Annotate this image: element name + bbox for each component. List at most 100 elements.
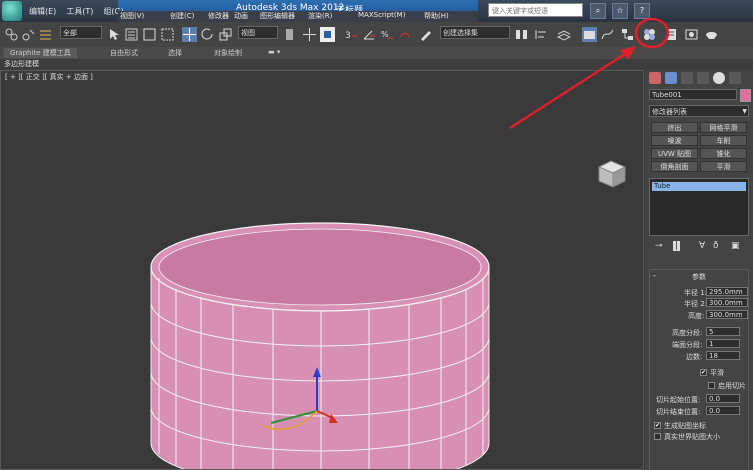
menu-modifiers[interactable]: 修改器 <box>208 11 229 21</box>
menu-edit[interactable]: 编辑(E) <box>24 4 61 19</box>
snap-toggle-icon[interactable]: 3 <box>344 27 359 42</box>
main-toolbar: 全部 视图 3 % 创建选择集 <box>0 22 753 48</box>
edit-named-selection-icon[interactable] <box>418 27 433 42</box>
menu-maxscript[interactable]: MAXScript(M) <box>358 11 405 19</box>
configure-sets-icon[interactable]: ▣ <box>731 241 740 251</box>
object-color-swatch[interactable] <box>740 89 751 102</box>
keyboard-shortcut-icon[interactable] <box>320 27 335 42</box>
reference-coord-select[interactable]: 视图 <box>238 26 278 39</box>
parameters-rollout: - 参数 半径 1: 295.0mm 半径 2: 300.0mm 高度: 300… <box>649 269 749 470</box>
noise-button[interactable]: 噪波 <box>651 135 698 146</box>
percent-snap-icon[interactable]: % <box>380 27 395 42</box>
graphite-toggle-icon[interactable] <box>582 27 597 42</box>
spinner-snap-icon[interactable] <box>398 27 413 42</box>
ribbon-tab-selection[interactable]: 选择 <box>168 48 182 58</box>
hierarchy-tab-icon[interactable] <box>681 72 693 84</box>
slice-on-label: 启用切片 <box>718 382 746 390</box>
angle-snap-icon[interactable] <box>362 27 377 42</box>
star-icon[interactable]: ☆ <box>612 3 628 19</box>
search-input[interactable]: 键入关键字或短语 <box>488 3 583 17</box>
polygon-modeling-label[interactable]: 多边形建模 <box>4 59 39 69</box>
utilities-tab-icon[interactable] <box>729 72 741 84</box>
extrude-button[interactable]: 挤出 <box>651 122 698 133</box>
bevel-profile-button[interactable]: 倒角剖面 <box>651 161 698 172</box>
mirror-icon[interactable] <box>514 27 529 42</box>
pin-stack-icon[interactable]: ⊸ <box>655 241 663 251</box>
rendered-frame-icon[interactable] <box>684 27 699 42</box>
menu-animation[interactable]: 动画 <box>234 11 248 21</box>
ribbon-tab-object-paint[interactable]: 对象绘制 <box>214 48 242 58</box>
svg-text:3: 3 <box>345 31 351 41</box>
select-object-icon[interactable] <box>106 27 121 42</box>
viewport-scene <box>150 160 627 469</box>
smooth-checkbox[interactable]: ✔ <box>700 369 707 376</box>
motion-tab-icon[interactable] <box>697 72 709 84</box>
create-tab-icon[interactable] <box>649 72 661 84</box>
layer-manager-icon[interactable] <box>556 27 571 42</box>
menu-create[interactable]: 创建(C) <box>170 11 194 21</box>
make-unique-icon[interactable]: ∀ <box>699 241 705 251</box>
viewcube-icon[interactable] <box>597 160 627 188</box>
render-setup-icon[interactable] <box>664 27 679 42</box>
window-crossing-icon[interactable] <box>160 27 175 42</box>
svg-text:%: % <box>381 30 389 39</box>
modify-tab-icon[interactable] <box>665 72 677 84</box>
app-icon[interactable] <box>2 1 22 21</box>
smooth-button[interactable]: 平滑 <box>700 161 747 172</box>
unlink-icon[interactable] <box>21 27 36 42</box>
taper-button[interactable]: 锥化 <box>700 148 747 159</box>
curve-editor-icon[interactable] <box>600 27 615 42</box>
polygon-modeling-bar: 多边形建模 <box>0 59 753 70</box>
tube-object[interactable] <box>150 222 490 469</box>
uvw-map-button[interactable]: UVW 贴图 <box>651 148 698 159</box>
height-spinner[interactable]: 300.0mm <box>706 310 748 319</box>
menu-tools[interactable]: 工具(T) <box>61 4 98 19</box>
modifier-list-label: 修改器列表 <box>652 108 687 116</box>
modifier-list-select[interactable]: 修改器列表 ▼ <box>649 105 749 117</box>
remove-modifier-icon[interactable]: ð <box>713 241 719 251</box>
height-label: 高度: <box>688 312 705 320</box>
menu-rendering[interactable]: 渲染(R) <box>308 11 332 21</box>
meshsmooth-button[interactable]: 网格平滑 <box>700 122 747 133</box>
perspective-viewport[interactable]: [ + ][ 正交 ][ 真实 + 边面 ] <box>0 70 644 470</box>
stack-item-tube[interactable]: Tube <box>652 182 746 191</box>
rect-selection-icon[interactable] <box>142 27 157 42</box>
menu-help[interactable]: 帮助(H) <box>424 11 449 21</box>
select-manipulate-icon[interactable] <box>302 27 317 42</box>
gen-map-coords-checkbox[interactable]: ✔ <box>654 422 661 429</box>
rotate-icon[interactable] <box>200 27 215 42</box>
bind-spacewarp-icon[interactable] <box>38 27 53 42</box>
radius1-spinner[interactable]: 295.0mm <box>706 287 748 296</box>
ribbon-options-icon[interactable]: ▬ ▾ <box>268 48 280 56</box>
menu-graph-editors[interactable]: 图形编辑器 <box>260 11 295 21</box>
pivot-icon[interactable] <box>282 27 297 42</box>
ribbon-tab-freeform[interactable]: 自由形式 <box>110 48 138 58</box>
slice-on-checkbox[interactable] <box>708 382 715 389</box>
parameters-header[interactable]: 参数 <box>650 272 748 282</box>
display-tab-icon[interactable] <box>713 72 725 84</box>
sides-spinner[interactable]: 18 <box>706 351 740 360</box>
slice-from-spinner[interactable]: 0.0 <box>706 394 740 403</box>
schematic-view-icon[interactable] <box>620 27 635 42</box>
help-icon[interactable]: ? <box>634 3 650 19</box>
selection-filter-select[interactable]: 全部 <box>60 26 102 39</box>
slice-to-spinner[interactable]: 0.0 <box>706 406 740 415</box>
menu-view[interactable]: 视图(V) <box>120 11 144 21</box>
lathe-button[interactable]: 车削 <box>700 135 747 146</box>
cap-segments-spinner[interactable]: 1 <box>706 339 740 348</box>
real-world-map-checkbox[interactable] <box>654 433 661 440</box>
search-icon[interactable]: ⌕ <box>590 3 606 19</box>
named-selection-input[interactable]: 创建选择集 <box>440 26 510 39</box>
link-icon[interactable] <box>4 27 19 42</box>
material-editor-icon[interactable] <box>642 27 657 42</box>
render-production-icon[interactable] <box>704 27 719 42</box>
ribbon-tab-graphite[interactable]: Graphite 建模工具 <box>4 48 77 58</box>
object-name-input[interactable]: Tube001 <box>649 89 737 100</box>
show-end-result-icon[interactable]: | <box>673 241 681 251</box>
align-icon[interactable] <box>534 27 549 42</box>
select-by-name-icon[interactable] <box>124 27 139 42</box>
scale-icon[interactable] <box>218 27 233 42</box>
move-icon[interactable] <box>182 27 197 42</box>
radius2-spinner[interactable]: 300.0mm <box>706 298 748 307</box>
height-segments-spinner[interactable]: 5 <box>706 327 740 336</box>
